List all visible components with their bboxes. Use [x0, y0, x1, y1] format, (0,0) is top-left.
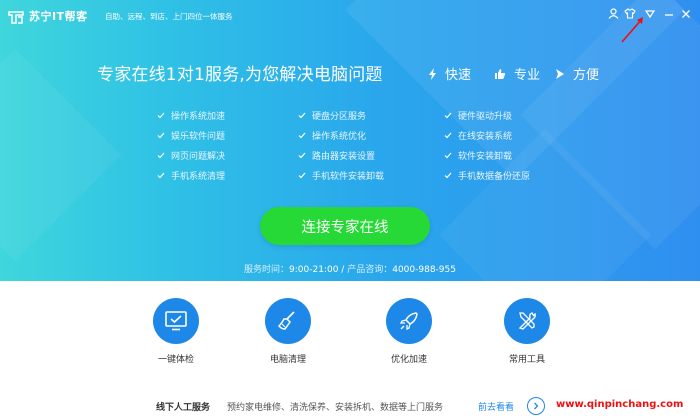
tool-label: 一键体检 [157, 355, 194, 365]
tool-circle [386, 298, 432, 344]
service-info: 服务时间：9:00-21:00 / 产品咨询：4000-988-955 [0, 262, 700, 275]
tool-label: 电脑清理 [269, 355, 306, 365]
service-item: 手机软件安装卸载 [298, 169, 384, 182]
connect-expert-button[interactable]: 连接专家在线 [260, 207, 430, 245]
arrow-right-icon [556, 68, 564, 79]
service-item: 路由器安装设置 [298, 149, 375, 162]
go-arrow-button[interactable] [527, 397, 545, 415]
check-icon [298, 152, 306, 159]
check-icon [298, 132, 306, 139]
offline-service-bar: 线下人工服务 预约家电维修、清洗保养、安装拆机、数据等上门服务 前去看看 www… [0, 393, 700, 420]
minimize-icon[interactable] [662, 7, 675, 20]
service-item-label: 网页问题解决 [171, 152, 226, 162]
monitor-check-icon [165, 311, 187, 331]
menu-triangle-icon[interactable] [643, 7, 656, 20]
check-icon [298, 172, 306, 179]
service-item: 操作系统优化 [298, 129, 366, 142]
service-item: 硬盘分区服务 [298, 109, 366, 122]
consult-phone: 4000-988-955 [392, 265, 456, 275]
check-icon [298, 112, 306, 119]
service-item-label: 在线安装系统 [458, 132, 513, 142]
tool-optimize-speed[interactable]: 优化加速 [364, 298, 454, 365]
app-logo-icon [8, 9, 24, 28]
tool-one-click-check[interactable]: 一键体检 [131, 298, 221, 365]
app-name: 苏宁IT帮客 [29, 10, 88, 23]
consult-label: 产品咨询： [347, 265, 393, 275]
offline-service-desc: 预约家电维修、清洗保养、安装拆机、数据等上门服务 [227, 403, 444, 413]
check-icon [444, 172, 452, 179]
feature-professional: 专业 [494, 64, 540, 83]
tool-circle [153, 298, 199, 344]
tools-icon [518, 312, 536, 330]
service-item-label: 硬盘分区服务 [312, 112, 367, 122]
feature-label: 专业 [514, 68, 541, 83]
check-icon [157, 172, 165, 179]
service-item-label: 手机系统清理 [171, 172, 226, 182]
hero-banner: 苏宁IT帮客 自助、远程、到店、上门四位一体服务 专家在线1对1服务,为您解决电… [0, 0, 700, 281]
service-item: 软件安装卸载 [444, 149, 512, 162]
shirt-skin-icon[interactable] [623, 7, 636, 20]
hero-headline: 专家在线1对1服务,为您解决电脑问题 [97, 65, 383, 85]
rocket-icon [399, 312, 418, 331]
service-time-label: 服务时间： [244, 265, 290, 275]
watermark-text: www.qinpinchang.com [556, 399, 684, 410]
feature-label: 快速 [445, 68, 472, 83]
broom-icon [277, 311, 295, 330]
title-bar: 苏宁IT帮客 自助、远程、到店、上门四位一体服务 [0, 0, 700, 30]
service-item-label: 操作系统加速 [171, 112, 226, 122]
service-item-label: 软件安装卸载 [458, 152, 513, 162]
decor-diamond [520, 0, 700, 250]
service-item: 操作系统加速 [157, 109, 225, 122]
service-item-label: 手机数据备份还原 [458, 172, 531, 182]
check-icon [444, 152, 452, 159]
service-item-label: 硬件驱动升级 [458, 112, 513, 122]
tool-common-tools[interactable]: 常用工具 [482, 298, 572, 365]
user-icon[interactable] [607, 7, 620, 20]
service-item: 网页问题解决 [157, 149, 225, 162]
feature-convenient: 方便 [555, 64, 599, 83]
tool-circle [504, 298, 550, 344]
app-slogan: 自助、远程、到店、上门四位一体服务 [105, 12, 233, 21]
service-item: 手机系统清理 [157, 169, 225, 182]
tool-pc-cleanup[interactable]: 电脑清理 [243, 298, 333, 365]
service-item: 手机数据备份还原 [444, 169, 530, 182]
feature-fast: 快速 [428, 64, 471, 83]
thumbs-up-icon [495, 68, 506, 79]
tool-label: 优化加速 [390, 355, 427, 365]
service-item-label: 路由器安装设置 [312, 152, 376, 162]
check-icon [444, 132, 452, 139]
service-item-label: 娱乐软件问题 [171, 132, 226, 142]
tool-circle [265, 298, 311, 344]
service-time: 9:00-21:00 [289, 265, 339, 275]
check-icon [157, 112, 165, 119]
service-item: 硬件驱动升级 [444, 109, 512, 122]
check-icon [444, 112, 452, 119]
tool-label: 常用工具 [508, 355, 545, 365]
service-item-label: 手机软件安装卸载 [312, 172, 385, 182]
service-item-label: 操作系统优化 [312, 132, 367, 142]
chevron-right-icon [534, 402, 539, 410]
close-icon[interactable] [679, 7, 692, 20]
lightning-icon [429, 67, 436, 80]
offline-service-title: 线下人工服务 [156, 403, 211, 413]
info-separator: / [338, 265, 348, 275]
service-item: 娱乐软件问题 [157, 129, 225, 142]
check-icon [157, 152, 165, 159]
service-item: 在线安装系统 [444, 129, 512, 142]
check-icon [157, 132, 165, 139]
feature-label: 方便 [573, 68, 600, 83]
go-look-link[interactable]: 前去看看 [478, 400, 514, 413]
